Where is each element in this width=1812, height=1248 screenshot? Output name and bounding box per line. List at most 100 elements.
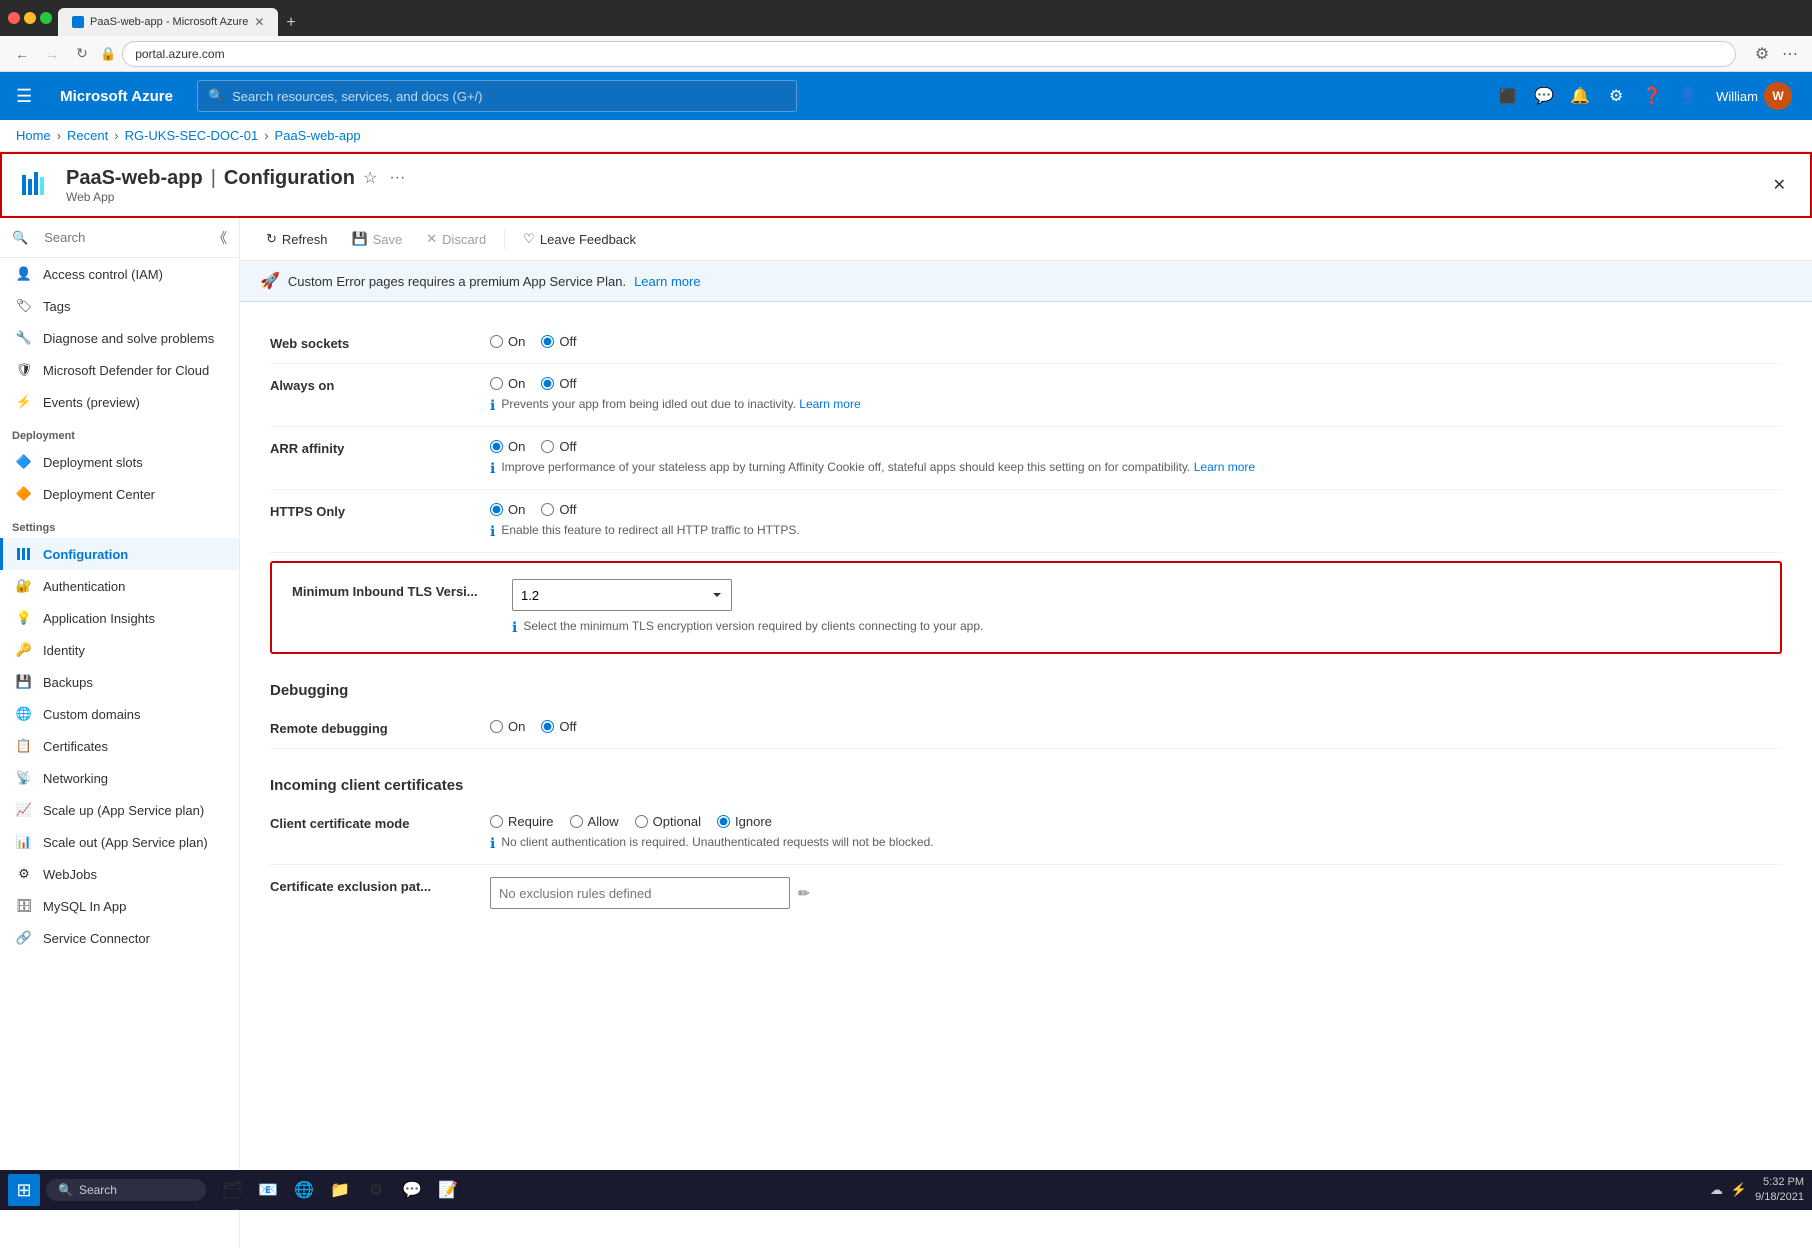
breadcrumb-app[interactable]: PaaS-web-app bbox=[275, 128, 361, 143]
sidebar-item-identity[interactable]: 🔑 Identity bbox=[0, 634, 239, 666]
sidebar-item-tags[interactable]: 🏷 Tags bbox=[0, 290, 239, 322]
new-tab-btn[interactable]: + bbox=[278, 10, 303, 36]
save-btn[interactable]: 💾 Save bbox=[341, 226, 412, 252]
cert-ignore[interactable]: Ignore bbox=[717, 814, 772, 829]
taskbar-time: 5:32 PM 9/18/2021 bbox=[1755, 1175, 1804, 1206]
sidebar-item-webjobs[interactable]: ⚙ WebJobs bbox=[0, 858, 239, 890]
start-btn[interactable]: ⊞ bbox=[8, 1174, 40, 1206]
diagnose-icon: 🔧 bbox=[15, 329, 33, 347]
scale-up-icon: 📈 bbox=[15, 801, 33, 819]
sidebar-item-scale-up[interactable]: 📈 Scale up (App Service plan) bbox=[0, 794, 239, 826]
sidebar-item-scale-out[interactable]: 📊 Scale out (App Service plan) bbox=[0, 826, 239, 858]
account-icon[interactable]: 👤 bbox=[1672, 80, 1704, 112]
sidebar-item-deployment-center[interactable]: 🔶 Deployment Center bbox=[0, 478, 239, 510]
sidebar-item-certificates[interactable]: 📋 Certificates bbox=[0, 730, 239, 762]
taskbar-app-4[interactable]: 📁 bbox=[324, 1174, 356, 1206]
remote-debug-off[interactable]: Off bbox=[541, 719, 576, 734]
deployment-slots-icon: 🔷 bbox=[15, 453, 33, 471]
cert-allow[interactable]: Allow bbox=[570, 814, 619, 829]
sidebar-item-mysql[interactable]: 🗄 MySQL In App bbox=[0, 890, 239, 922]
cert-exclusion-input[interactable] bbox=[490, 877, 790, 909]
sidebar-item-authentication[interactable]: 🔐 Authentication bbox=[0, 570, 239, 602]
tls-version-select[interactable]: 1.0 1.1 1.2 bbox=[512, 579, 732, 611]
sidebar-item-configuration[interactable]: Configuration bbox=[0, 538, 239, 570]
backups-icon: 💾 bbox=[15, 673, 33, 691]
nav-back-btn[interactable]: ← bbox=[10, 42, 34, 66]
breadcrumb-home[interactable]: Home bbox=[16, 128, 51, 143]
feedback-btn[interactable]: ♡ Leave Feedback bbox=[513, 226, 646, 252]
arr-learn-more[interactable]: Learn more bbox=[1194, 460, 1255, 474]
browser-settings-btn[interactable]: ⚙ bbox=[1750, 42, 1774, 66]
cert-optional[interactable]: Optional bbox=[635, 814, 701, 829]
user-menu[interactable]: William W bbox=[1708, 82, 1800, 110]
sidebar-item-service-connector[interactable]: 🔗 Service Connector bbox=[0, 922, 239, 954]
web-sockets-off[interactable]: Off bbox=[541, 334, 576, 349]
tls-version-section: Minimum Inbound TLS Versi... 1.0 1.1 1.2… bbox=[270, 561, 1782, 654]
browser-menu-btn[interactable]: ⋯ bbox=[1778, 42, 1802, 66]
taskbar-app-1[interactable]: 🗂 bbox=[216, 1174, 248, 1206]
sidebar-item-backups[interactable]: 💾 Backups bbox=[0, 666, 239, 698]
web-sockets-label: Web sockets bbox=[270, 334, 470, 351]
notifications-icon[interactable]: 🔔 bbox=[1564, 80, 1596, 112]
page-close-btn[interactable]: ✕ bbox=[1765, 171, 1794, 199]
cloud-shell-icon[interactable]: ⬛ bbox=[1492, 80, 1524, 112]
cert-require[interactable]: Require bbox=[490, 814, 554, 829]
sidebar-item-access-control[interactable]: 👤 Access control (IAM) bbox=[0, 258, 239, 290]
edit-icon[interactable]: ✏ bbox=[798, 885, 810, 902]
sidebar-item-defender[interactable]: 🛡 Microsoft Defender for Cloud bbox=[0, 354, 239, 386]
more-options-btn[interactable]: ··· bbox=[385, 167, 409, 189]
tls-hint-icon: ℹ bbox=[512, 619, 517, 636]
address-bar[interactable] bbox=[122, 41, 1736, 67]
hamburger-menu-icon[interactable]: ☰ bbox=[12, 82, 36, 111]
tls-label: Minimum Inbound TLS Versi... bbox=[292, 579, 492, 599]
settings-icon[interactable]: ⚙ bbox=[1600, 80, 1632, 112]
arr-off[interactable]: Off bbox=[541, 439, 576, 454]
feedback-nav-icon[interactable]: 💬 bbox=[1528, 80, 1560, 112]
web-sockets-on[interactable]: On bbox=[490, 334, 525, 349]
breadcrumb-rg[interactable]: RG-UKS-SEC-DOC-01 bbox=[125, 128, 259, 143]
browser-tab[interactable]: PaaS-web-app - Microsoft Azure ✕ bbox=[58, 8, 278, 36]
taskbar-app-3[interactable]: 🌐 bbox=[288, 1174, 320, 1206]
https-on[interactable]: On bbox=[490, 502, 525, 517]
always-on-off[interactable]: Off bbox=[541, 376, 576, 391]
breadcrumb-recent[interactable]: Recent bbox=[67, 128, 108, 143]
username: William bbox=[1716, 89, 1758, 104]
taskbar-search[interactable]: 🔍 Search bbox=[46, 1179, 206, 1201]
refresh-btn[interactable]: ↻ Refresh bbox=[256, 226, 337, 252]
nav-forward-btn[interactable]: → bbox=[40, 42, 64, 66]
taskbar-app-7[interactable]: 📝 bbox=[432, 1174, 464, 1206]
banner-icon: 🚀 bbox=[260, 271, 280, 291]
taskbar-app-2[interactable]: 📧 bbox=[252, 1174, 284, 1206]
help-icon[interactable]: ❓ bbox=[1636, 80, 1668, 112]
remote-debug-on[interactable]: On bbox=[490, 719, 525, 734]
sidebar-search-input[interactable] bbox=[36, 226, 205, 249]
favorite-btn[interactable]: ☆ bbox=[359, 166, 381, 190]
sidebar-item-deployment-slots[interactable]: 🔷 Deployment slots bbox=[0, 446, 239, 478]
taskbar-app-5[interactable]: ⚙ bbox=[360, 1174, 392, 1206]
https-only-row: HTTPS Only On Off bbox=[270, 490, 1782, 553]
taskbar-app-6[interactable]: 💬 bbox=[396, 1174, 428, 1206]
sidebar-item-networking[interactable]: 📡 Networking bbox=[0, 762, 239, 794]
sidebar-item-events[interactable]: ⚡ Events (preview) bbox=[0, 386, 239, 418]
sidebar-item-custom-domains[interactable]: 🌐 Custom domains bbox=[0, 698, 239, 730]
always-on-learn-more[interactable]: Learn more bbox=[799, 397, 860, 411]
sidebar-group-deployment: Deployment bbox=[0, 418, 239, 446]
defender-icon: 🛡 bbox=[15, 361, 33, 379]
always-on-on[interactable]: On bbox=[490, 376, 525, 391]
azure-search-bar[interactable]: 🔍 Search resources, services, and docs (… bbox=[197, 80, 797, 112]
banner-learn-more-link[interactable]: Learn more bbox=[634, 274, 700, 289]
arr-on[interactable]: On bbox=[490, 439, 525, 454]
sidebar-item-diagnose[interactable]: 🔧 Diagnose and solve problems bbox=[0, 322, 239, 354]
discard-btn[interactable]: ✕ Discard bbox=[416, 226, 496, 252]
breadcrumb: Home › Recent › RG-UKS-SEC-DOC-01 › PaaS… bbox=[0, 120, 1812, 152]
tab-close-icon[interactable]: ✕ bbox=[254, 15, 264, 29]
sidebar-item-app-insights[interactable]: 💡 Application Insights bbox=[0, 602, 239, 634]
sidebar-collapse-btn[interactable]: 《 bbox=[213, 228, 227, 248]
always-on-hint-icon: ℹ bbox=[490, 397, 495, 414]
client-certs-section-label: Incoming client certificates bbox=[270, 769, 1782, 794]
https-off[interactable]: Off bbox=[541, 502, 576, 517]
nav-refresh-btn[interactable]: ↻ bbox=[70, 42, 94, 66]
authentication-icon: 🔐 bbox=[15, 577, 33, 595]
page-section-name: Configuration bbox=[224, 167, 355, 190]
custom-domains-icon: 🌐 bbox=[15, 705, 33, 723]
